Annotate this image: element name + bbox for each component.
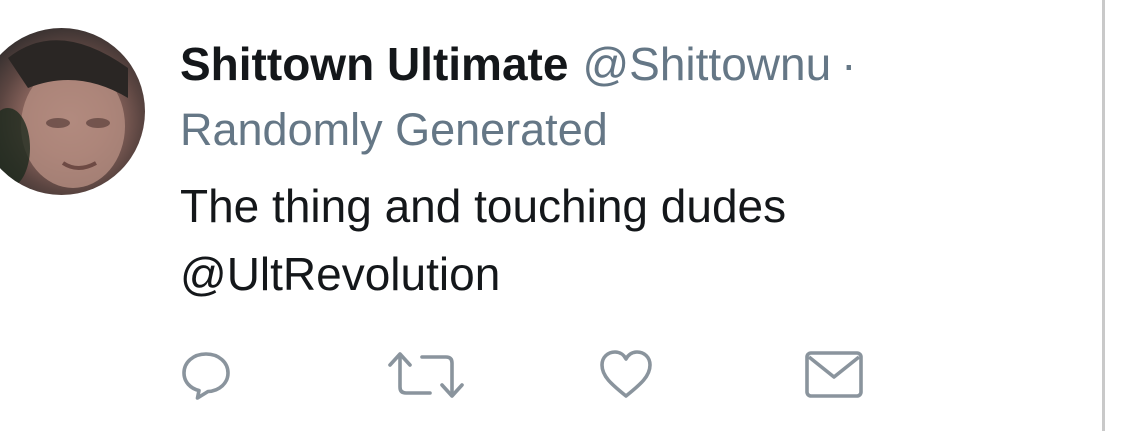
tweet-text: The thing and touching dudes @UltRevolut… bbox=[180, 172, 786, 308]
reply-button[interactable] bbox=[174, 345, 238, 405]
like-button[interactable] bbox=[594, 345, 658, 405]
retweet-icon bbox=[388, 352, 464, 398]
tweet-header: Shittown Ultimate @Shittownu · bbox=[180, 38, 857, 90]
tweet-card[interactable]: Shittown Ultimate @Shittownu · Randomly Ge… bbox=[0, 0, 1100, 431]
retweet-button[interactable] bbox=[384, 345, 468, 405]
avatar[interactable] bbox=[0, 28, 145, 195]
mention-link[interactable]: @UltRevolution bbox=[180, 240, 786, 308]
tweet-subtitle: Randomly Generated bbox=[180, 104, 608, 155]
reply-icon bbox=[182, 352, 230, 400]
column-divider bbox=[1102, 0, 1105, 431]
avatar-photo bbox=[0, 40, 128, 188]
display-name[interactable]: Shittown Ultimate bbox=[180, 38, 568, 90]
mail-icon bbox=[805, 351, 863, 398]
message-button[interactable] bbox=[802, 345, 866, 405]
separator-dot: · bbox=[841, 38, 857, 90]
heart-icon bbox=[600, 350, 652, 398]
tweet-text-line: The thing and touching dudes bbox=[180, 180, 787, 232]
user-handle[interactable]: @Shittownu bbox=[582, 38, 831, 90]
action-bar bbox=[0, 345, 1000, 405]
